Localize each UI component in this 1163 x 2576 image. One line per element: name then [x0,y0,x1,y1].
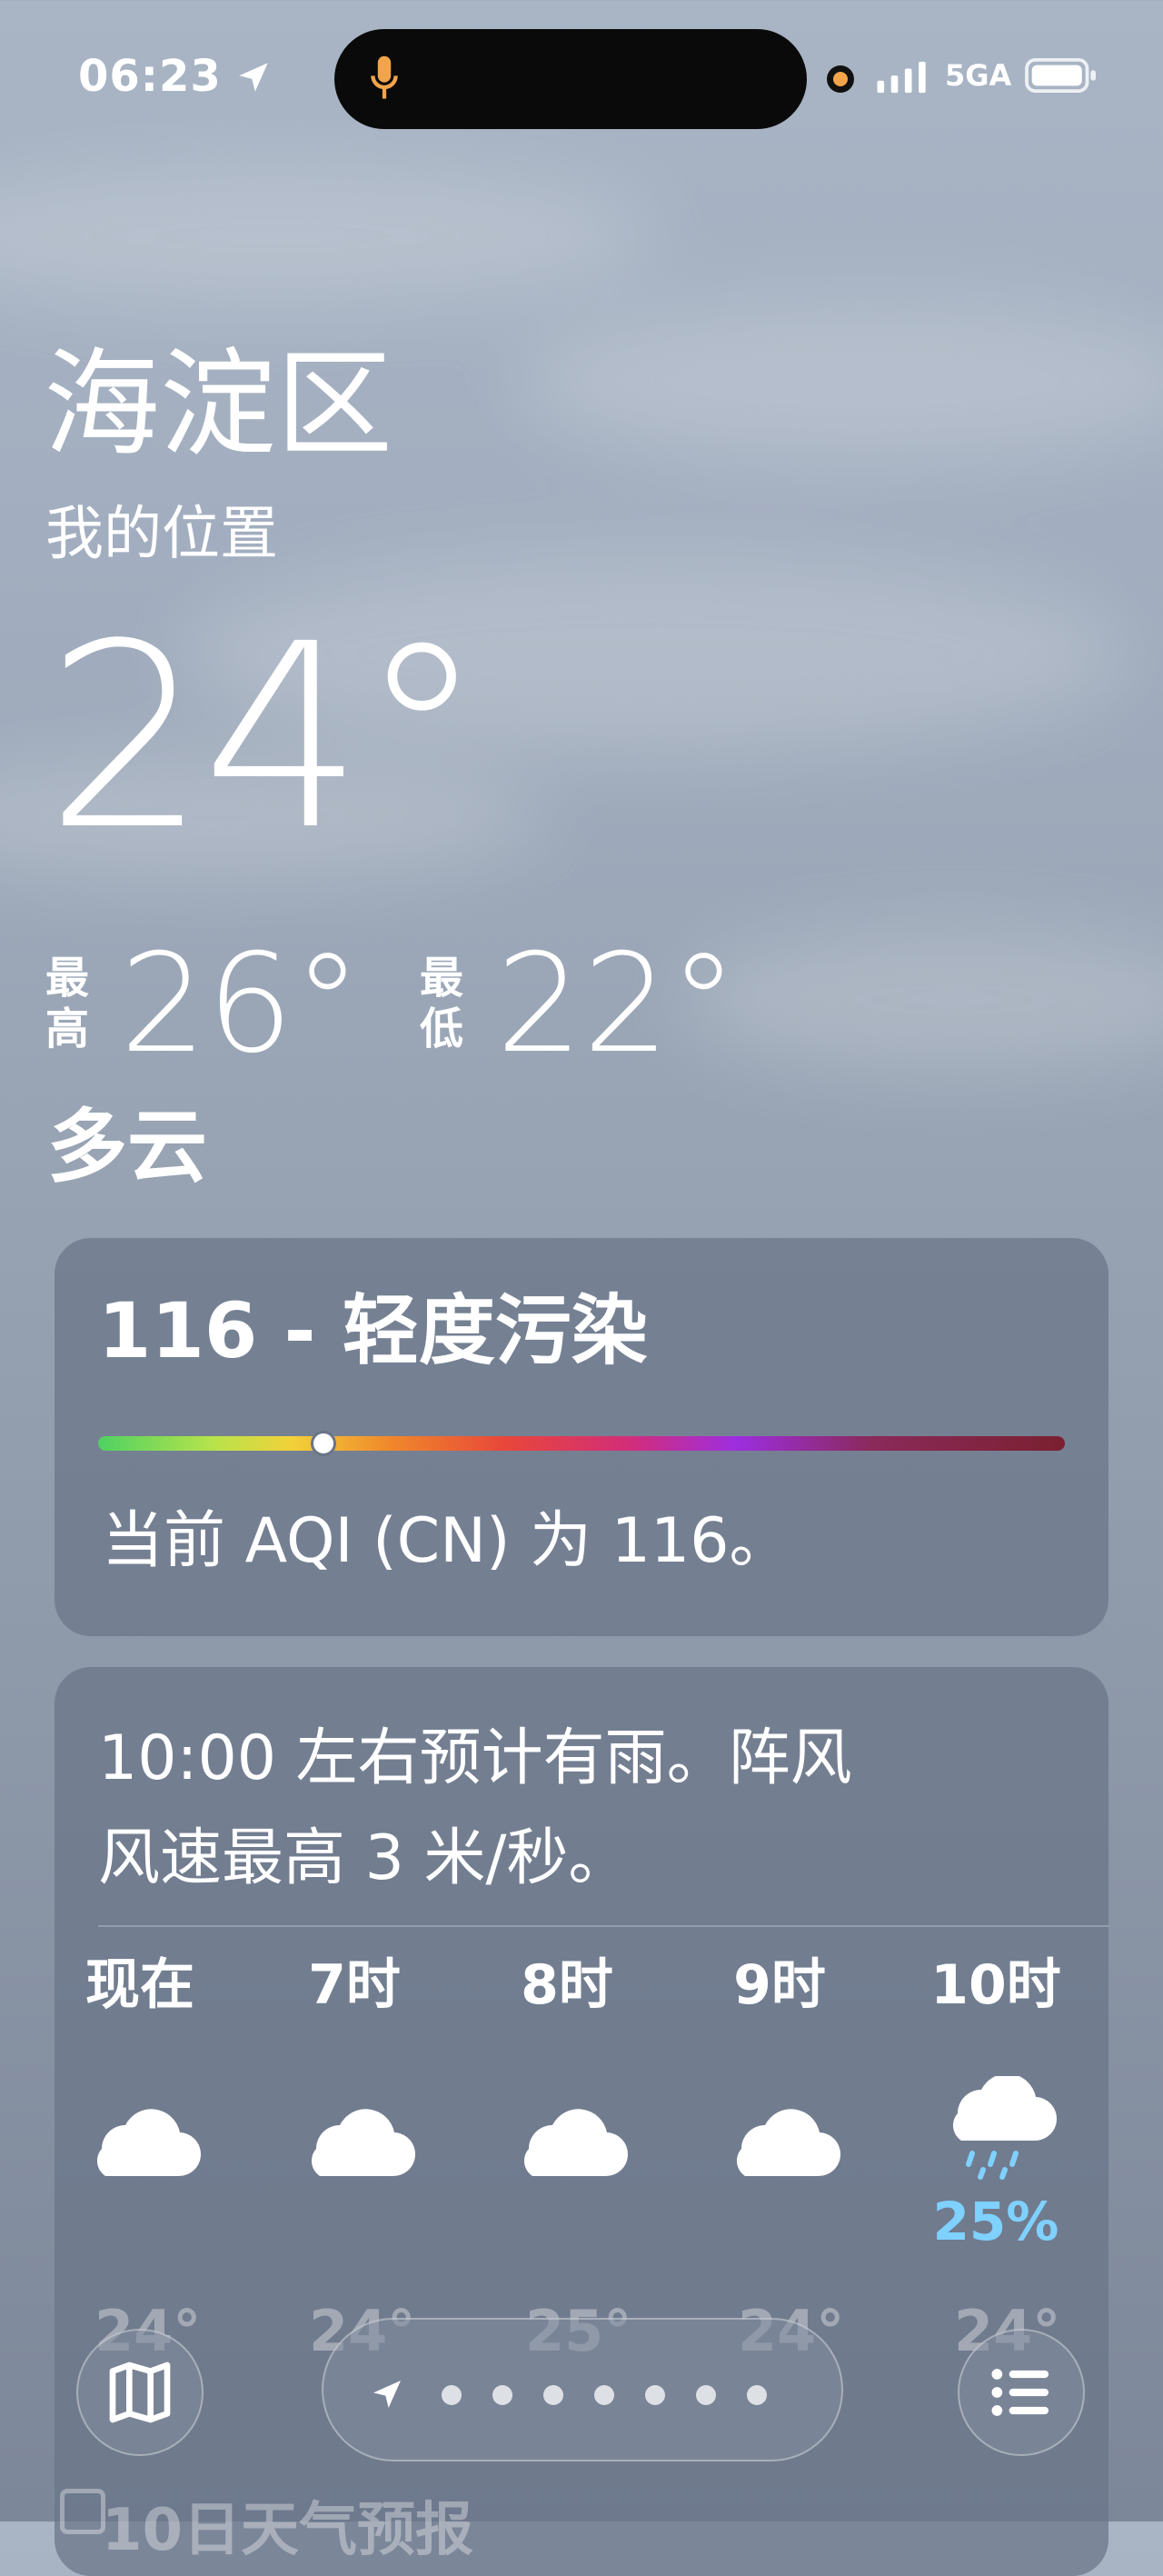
aqi-title: 116 - 轻度污染 [98,1286,648,1375]
status-time: 06:23 [78,51,222,102]
signal-icon [877,61,926,94]
forecast-header: 10日天气预报 [102,2497,474,2564]
dynamic-island [334,29,807,129]
network-type: 5GA [945,58,1012,93]
map-icon [109,2361,171,2423]
page-dot[interactable] [645,2385,665,2405]
cloud-icon [311,2109,416,2177]
low-label: 最低 [420,953,464,1054]
hour-item: 10时 25% [914,1958,1078,2252]
battery-icon [1025,58,1096,93]
page-dot[interactable] [747,2385,767,2405]
hour-label: 现在 [85,1953,194,2017]
aqi-level-indicator [310,1431,336,1456]
hour-label: 8时 [521,1953,613,2017]
hour-label: 7时 [308,1953,401,2017]
page-dot[interactable] [543,2385,563,2405]
page-indicator[interactable] [322,2318,843,2461]
cloud-icon [736,2109,841,2177]
hourly-summary-line2: 风速最高 3 米/秒。 [98,1822,631,1894]
aqi-scale-bar [98,1436,1065,1451]
aqi-description: 当前 AQI (CN) 为 116。 [102,1505,791,1577]
location-arrow-icon [373,2381,401,2408]
hour-item: 8时 [485,1958,649,2185]
page-dot[interactable] [442,2385,462,2405]
page-dot[interactable] [594,2385,614,2405]
divider [98,1925,1108,1927]
location-subtitle: 我的位置 [45,501,278,568]
status-bar: 06:23 5GA [0,0,1163,155]
high-temp: 最高 26° [45,936,391,1073]
location-arrow-icon [239,63,268,92]
aqi-card[interactable]: 116 - 轻度污染 当前 AQI (CN) 为 116。 [55,1238,1108,1636]
hourly-summary-line1: 10:00 左右预计有雨。阵风 [98,1722,852,1794]
hour-item: 现在 [58,1958,222,2185]
hour-label: 9时 [733,1953,826,2017]
city-list-button[interactable] [958,2329,1085,2456]
high-value: 26° [120,925,362,1083]
page-dot[interactable] [492,2385,512,2405]
cloud-icon [96,2109,202,2177]
map-button[interactable] [76,2329,204,2456]
camera-indicator-icon [827,65,854,93]
hour-item: 7时 [273,1958,436,2185]
calendar-icon [60,2489,105,2534]
city-name: 海淀区 [44,337,393,473]
weather-condition: 多云 [47,1100,208,1193]
list-icon [991,2369,1049,2416]
cloud-icon [523,2109,629,2177]
low-value: 22° [496,925,738,1083]
current-temperature: 24° [45,590,485,886]
hourly-summary: 10:00 左右预计有雨。阵风 风速最高 3 米/秒。 [98,1709,1061,1909]
high-label: 最高 [45,953,90,1054]
microphone-icon [371,55,398,99]
cloud-rain-icon [952,2076,1058,2180]
page-dot[interactable] [696,2385,716,2405]
low-temp: 最低 22° [420,936,765,1073]
precipitation-chance: 25% [932,2191,1059,2252]
hour-item: 9时 [698,1958,861,2185]
hour-label: 10时 [930,1953,1061,2017]
